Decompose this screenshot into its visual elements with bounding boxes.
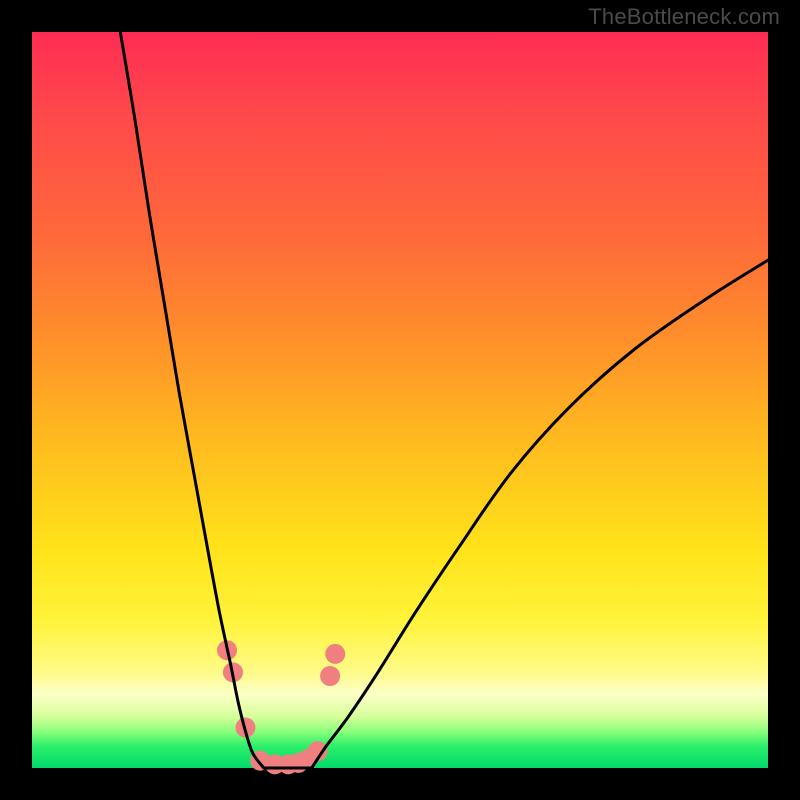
curve-right-branch (312, 260, 768, 768)
data-marker (325, 644, 345, 664)
chart-outer-frame: TheBottleneck.com (0, 0, 800, 800)
marker-layer (217, 640, 345, 774)
watermark-text: TheBottleneck.com (588, 4, 780, 30)
chart-svg (32, 32, 768, 768)
plot-area (32, 32, 768, 768)
curve-left-branch (120, 32, 264, 768)
data-marker (320, 666, 340, 686)
